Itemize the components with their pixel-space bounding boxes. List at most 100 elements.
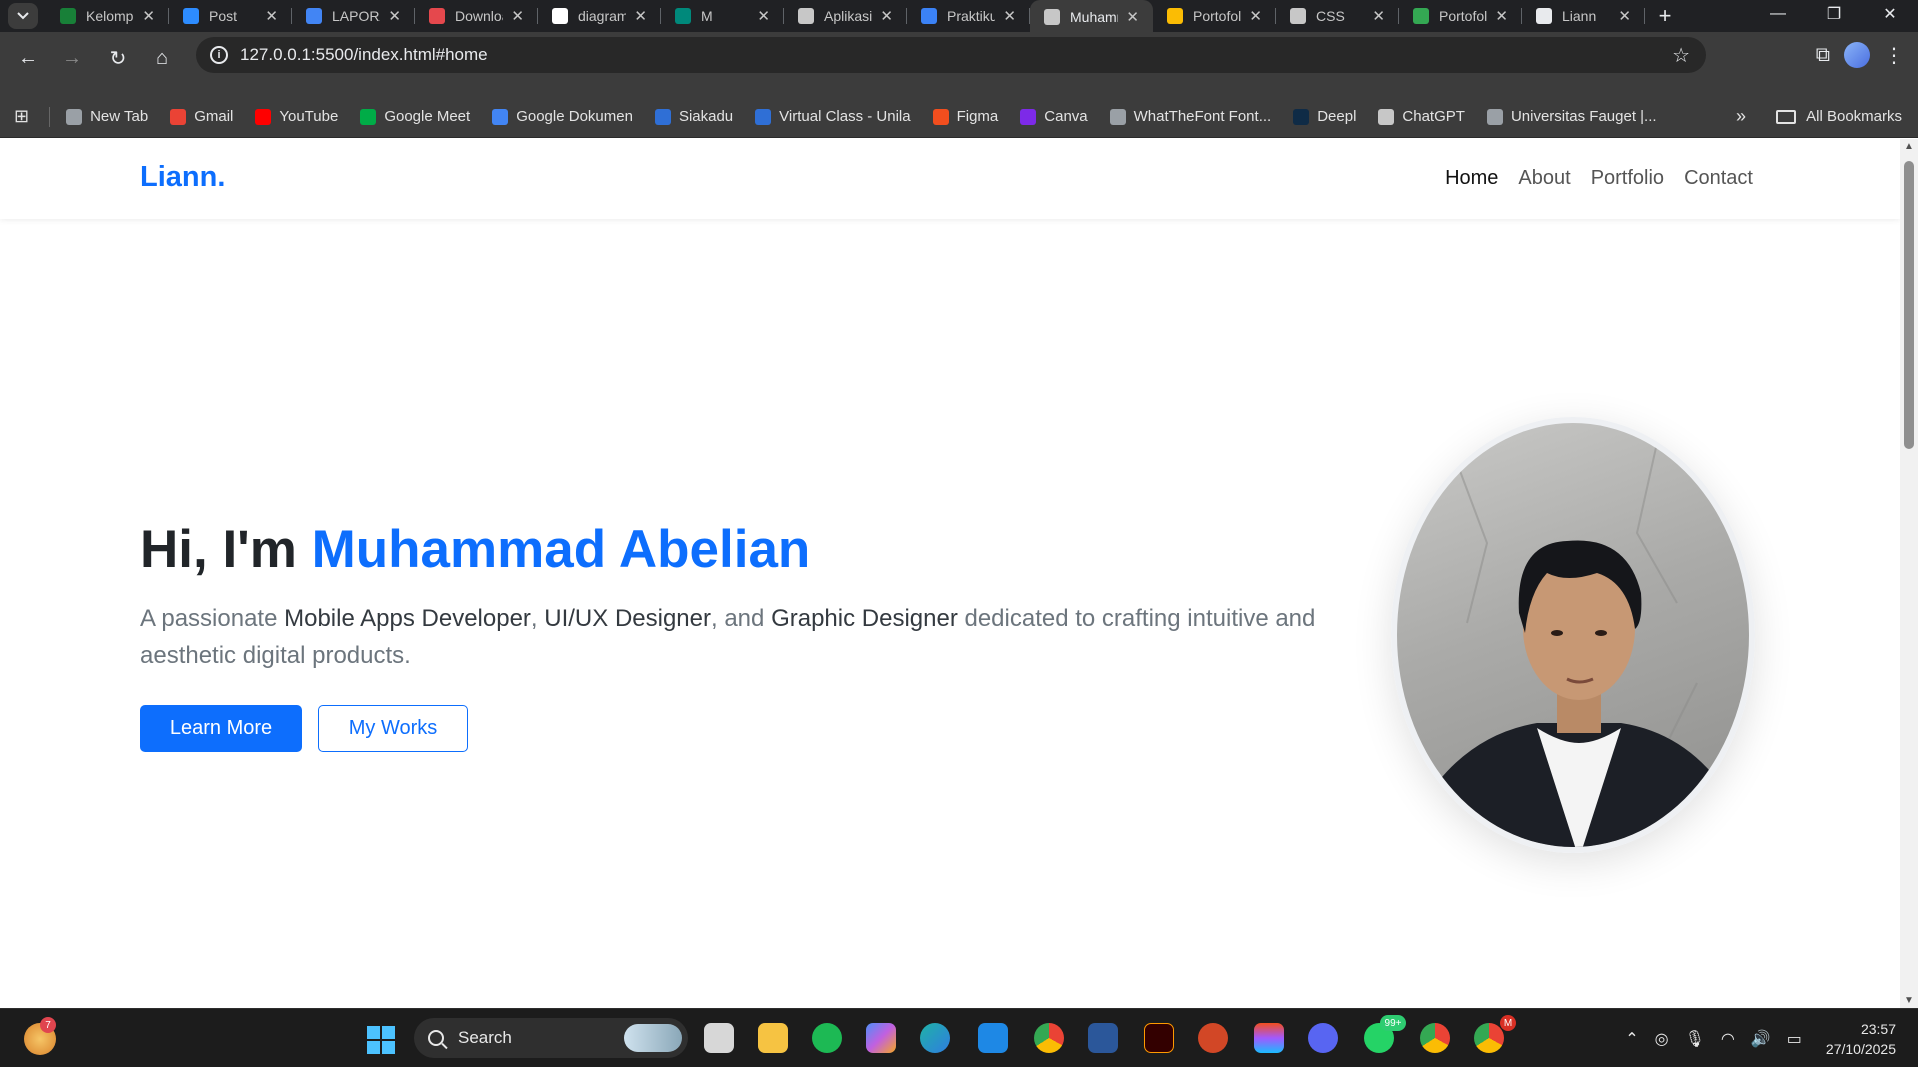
word-icon[interactable] — [1088, 1023, 1118, 1053]
discord-icon[interactable] — [1308, 1023, 1338, 1053]
bookmark-item[interactable]: Deepl — [1293, 108, 1356, 125]
restore-icon[interactable]: ❐ — [1806, 0, 1862, 28]
bookmark-item[interactable]: ChatGPT — [1378, 108, 1465, 125]
scroll-down-icon[interactable]: ▼ — [1904, 995, 1914, 1006]
close-window-icon[interactable]: ✕ — [1862, 0, 1918, 28]
site-info-icon[interactable]: i — [210, 46, 228, 64]
browser-tab[interactable]: Aplikasi ✕ — [784, 0, 907, 32]
my-works-button[interactable]: My Works — [318, 705, 468, 752]
windows-start-icon[interactable] — [367, 1026, 395, 1054]
tab-search-button[interactable] — [0, 0, 46, 32]
illustrator-icon[interactable] — [1144, 1023, 1174, 1053]
scrollbar-thumb[interactable] — [1904, 161, 1914, 449]
bookmark-item[interactable]: New Tab — [66, 108, 148, 125]
browser-tab[interactable]: Kelompok ✕ — [46, 0, 169, 32]
bookmark-item[interactable]: Virtual Class - Unila — [755, 108, 911, 125]
bookmark-item[interactable]: Google Dokumen — [492, 108, 633, 125]
powerpoint-icon[interactable] — [1198, 1023, 1228, 1053]
new-tab-button[interactable]: + — [1645, 0, 1685, 32]
browser-tab[interactable]: Portofolio ✕ — [1153, 0, 1276, 32]
browser-tab[interactable]: Liann ✕ — [1522, 0, 1645, 32]
bookmark-item[interactable]: Google Meet — [360, 108, 470, 125]
wifi-icon[interactable]: ◠ — [1721, 1029, 1735, 1049]
tab-close-icon[interactable]: ✕ — [1003, 7, 1016, 25]
spotify-icon[interactable] — [812, 1023, 842, 1053]
nav-link-about[interactable]: About — [1518, 167, 1570, 190]
browser-tab[interactable]: Post ✕ — [169, 0, 292, 32]
bookmark-item[interactable]: Siakadu — [654, 108, 733, 125]
profile-photo — [1391, 417, 1755, 853]
browser-tab[interactable]: CSS ✕ — [1276, 0, 1399, 32]
bookmark-item[interactable]: Gmail — [170, 108, 233, 125]
browser-tab[interactable]: Muhammad ✕ — [1030, 0, 1153, 34]
url-text[interactable]: 127.0.0.1:5500/index.html#home — [240, 45, 488, 65]
nav-link-home[interactable]: Home — [1445, 167, 1498, 190]
whatsapp-icon[interactable]: 99+ — [1364, 1015, 1406, 1053]
extensions-icon[interactable]: ⧉ — [1816, 44, 1830, 67]
bookmark-favicon-icon — [1486, 108, 1503, 125]
learn-more-button[interactable]: Learn More — [140, 705, 302, 752]
scroll-up-icon[interactable]: ▲ — [1904, 141, 1914, 152]
tab-close-icon[interactable]: ✕ — [265, 7, 278, 25]
browser-tab[interactable]: Praktikum ✕ — [907, 0, 1030, 32]
microphone-icon[interactable]: 🎙 — [1685, 1029, 1705, 1049]
browser-tab[interactable]: Download ✕ — [415, 0, 538, 32]
tab-close-icon[interactable]: ✕ — [142, 7, 155, 25]
bookmark-item[interactable]: Canva — [1020, 108, 1088, 125]
file-explorer-icon[interactable] — [758, 1023, 788, 1053]
tab-close-icon[interactable]: ✕ — [634, 7, 647, 25]
tab-close-icon[interactable]: ✕ — [1249, 7, 1262, 25]
search-icon — [428, 1030, 444, 1046]
back-icon[interactable]: ← — [14, 44, 42, 72]
browser-tab[interactable]: diagram ✕ — [538, 0, 661, 32]
forward-icon[interactable]: → — [58, 44, 86, 72]
minimize-icon[interactable]: — — [1750, 0, 1806, 28]
nav-link-contact[interactable]: Contact — [1684, 167, 1753, 190]
nav-link-portfolio[interactable]: Portfolio — [1591, 167, 1664, 190]
tab-close-icon[interactable]: ✕ — [1372, 7, 1385, 25]
browser-tab[interactable]: LAPORAN ✕ — [292, 0, 415, 32]
tab-favicon-icon — [1290, 8, 1306, 24]
bookmark-item[interactable]: Universitas Fauget |... — [1486, 108, 1657, 125]
bookmark-item[interactable]: YouTube — [255, 108, 338, 125]
apps-grid-icon[interactable]: ⊞ — [14, 106, 29, 127]
chrome-alt-profile-icon[interactable]: M — [1474, 1015, 1516, 1053]
figma-icon[interactable] — [1254, 1023, 1284, 1053]
copilot-icon[interactable] — [866, 1023, 896, 1053]
task-view-icon[interactable] — [704, 1023, 734, 1053]
clock[interactable]: 23:57 27/10/2025 — [1826, 1019, 1896, 1059]
all-bookmarks-button[interactable]: All Bookmarks — [1776, 108, 1902, 125]
address-bar[interactable]: i 127.0.0.1:5500/index.html#home ☆ — [196, 37, 1706, 73]
bookmark-star-icon[interactable]: ☆ — [1672, 43, 1690, 68]
chrome-icon[interactable] — [1034, 1023, 1064, 1053]
reload-icon[interactable]: ↻ — [104, 44, 132, 72]
tab-close-icon[interactable]: ✕ — [880, 7, 893, 25]
tab-close-icon[interactable]: ✕ — [1126, 8, 1139, 26]
taskbar-search[interactable]: Search — [414, 1018, 688, 1058]
bookmark-favicon-icon — [1378, 108, 1395, 125]
battery-icon[interactable]: ▭ — [1787, 1029, 1802, 1049]
menu-kebab-icon[interactable]: ⋮ — [1884, 43, 1904, 68]
bookmark-item[interactable]: Figma — [932, 108, 998, 125]
volume-icon[interactable]: 🔊 — [1751, 1029, 1771, 1049]
edge-icon[interactable] — [920, 1023, 950, 1053]
tab-close-icon[interactable]: ✕ — [1495, 7, 1508, 25]
more-bookmarks-icon[interactable]: » — [1736, 106, 1746, 127]
bookmark-item[interactable]: WhatTheFont Font... — [1109, 108, 1271, 125]
browser-tab[interactable]: Portofolio ✕ — [1399, 0, 1522, 32]
tab-close-icon[interactable]: ✕ — [757, 7, 770, 25]
home-icon[interactable]: ⌂ — [148, 44, 176, 72]
person-portrait-illustration — [1420, 442, 1744, 847]
tab-close-icon[interactable]: ✕ — [1618, 7, 1631, 25]
site-brand[interactable]: Liann. — [140, 161, 225, 194]
vscode-icon[interactable] — [978, 1023, 1008, 1053]
chevron-up-icon[interactable]: ⌃ — [1625, 1029, 1638, 1049]
chrome-profile-icon[interactable] — [1420, 1023, 1450, 1053]
onedrive-icon[interactable]: ◎ — [1655, 1029, 1669, 1049]
tab-close-icon[interactable]: ✕ — [511, 7, 524, 25]
hero-role: UI/UX Designer — [544, 605, 711, 632]
browser-tab[interactable]: M ✕ — [661, 0, 784, 32]
tab-close-icon[interactable]: ✕ — [388, 7, 401, 25]
profile-avatar[interactable] — [1844, 42, 1870, 68]
page-scrollbar[interactable]: ▲ ▼ — [1900, 139, 1918, 1008]
